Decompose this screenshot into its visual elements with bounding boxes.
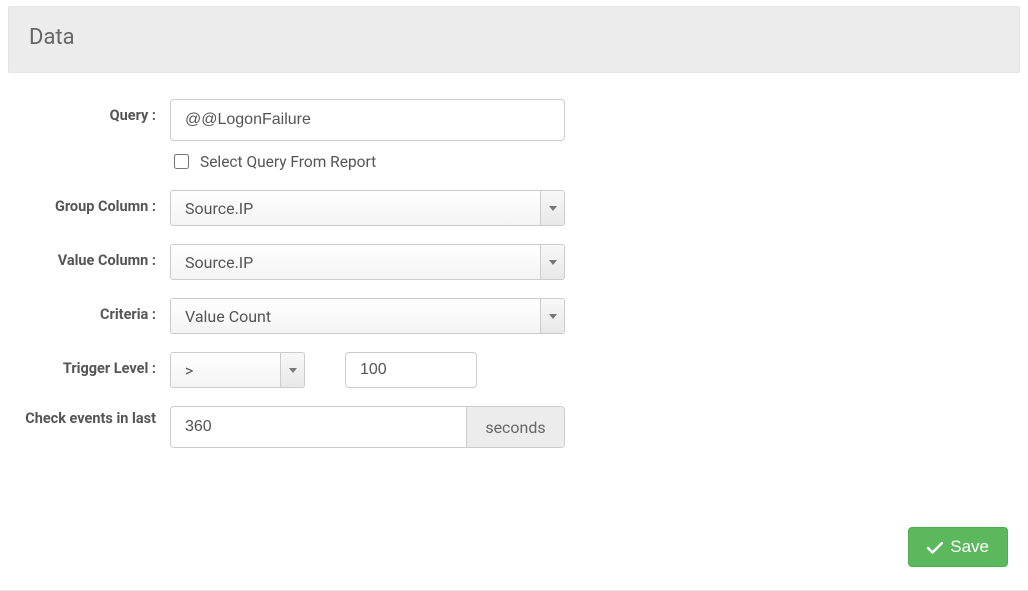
select-from-report-row[interactable]: Select Query From Report: [170, 151, 565, 172]
criteria-select[interactable]: Value Count: [170, 298, 565, 334]
group-column-selected: Source.IP: [171, 191, 540, 225]
criteria-selected: Value Count: [171, 299, 540, 333]
label-group-column: Group Column :: [20, 190, 170, 216]
label-trigger-level: Trigger Level :: [20, 352, 170, 378]
trigger-value-input[interactable]: [345, 352, 477, 388]
form-area: Query : Select Query From Report Group C…: [0, 99, 1028, 448]
trigger-operator-caret: [280, 353, 304, 387]
ctrl-query: Select Query From Report: [170, 99, 565, 172]
check-icon: [927, 541, 943, 554]
trigger-operator-selected: >: [171, 353, 280, 387]
chevron-down-icon: [549, 314, 557, 319]
label-value-column: Value Column :: [20, 244, 170, 270]
group-column-caret: [540, 191, 564, 225]
select-from-report-label: Select Query From Report: [200, 153, 376, 171]
check-events-group: seconds: [170, 406, 565, 448]
criteria-caret: [540, 299, 564, 333]
trigger-operator-select[interactable]: >: [170, 352, 305, 388]
query-input[interactable]: [170, 99, 565, 141]
label-check-events: Check events in last: [20, 406, 170, 428]
group-column-select[interactable]: Source.IP: [170, 190, 565, 226]
check-events-unit: seconds: [466, 407, 564, 447]
label-criteria: Criteria :: [20, 298, 170, 324]
chevron-down-icon: [289, 368, 297, 373]
check-events-input[interactable]: [171, 407, 466, 447]
panel-title: Data: [29, 25, 999, 50]
panel-header: Data: [8, 6, 1020, 73]
row-query: Query : Select Query From Report: [20, 99, 1008, 172]
row-criteria: Criteria : Value Count: [20, 298, 1008, 334]
row-check-events: Check events in last seconds: [20, 406, 1008, 448]
label-query: Query :: [20, 99, 170, 125]
data-form-panel: Data Query : Select Query From Report Gr…: [0, 6, 1028, 591]
value-column-selected: Source.IP: [171, 245, 540, 279]
save-button-label: Save: [950, 537, 989, 557]
row-group-column: Group Column : Source.IP: [20, 190, 1008, 226]
row-trigger-level: Trigger Level : >: [20, 352, 1008, 388]
save-button[interactable]: Save: [908, 527, 1008, 567]
row-value-column: Value Column : Source.IP: [20, 244, 1008, 280]
value-column-select[interactable]: Source.IP: [170, 244, 565, 280]
select-from-report-checkbox[interactable]: [174, 154, 189, 169]
chevron-down-icon: [549, 206, 557, 211]
chevron-down-icon: [549, 260, 557, 265]
value-column-caret: [540, 245, 564, 279]
